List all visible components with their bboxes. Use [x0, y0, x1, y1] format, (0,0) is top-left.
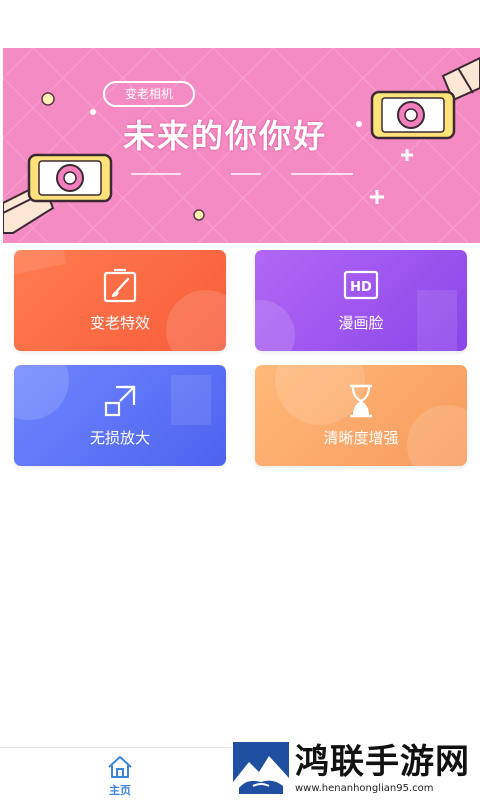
- watermark-url: www.henanhonglian95.com: [295, 783, 434, 794]
- feature-card-upscale[interactable]: 无损放大: [14, 365, 226, 466]
- hd-icon: HD: [343, 270, 379, 300]
- banner-slogan: 未来的你你好: [123, 117, 328, 155]
- tab-home[interactable]: 主页: [96, 748, 144, 801]
- hero-banner: 变老相机 未来的你你好: [3, 48, 480, 243]
- watermark-logo: [233, 742, 289, 796]
- feature-label: 清晰度增强: [323, 429, 399, 447]
- banner-tag: 变老相机: [103, 81, 195, 107]
- site-watermark: 鸿联手游网 www.henanhonglian95.com: [231, 740, 480, 800]
- enlarge-icon: [104, 385, 136, 417]
- feature-card-sharpen[interactable]: 清晰度增强: [255, 365, 467, 466]
- feature-label: 变老特效: [89, 314, 150, 332]
- feature-label: 无损放大: [89, 429, 150, 447]
- watermark-title: 鸿联手游网: [295, 742, 470, 782]
- hourglass-icon: [350, 384, 372, 418]
- portrait-brush-icon: [103, 268, 137, 303]
- home-icon: [108, 756, 132, 778]
- feature-card-cartoon[interactable]: HD 漫画脸: [255, 250, 467, 351]
- feature-card-aging[interactable]: 变老特效: [14, 250, 226, 351]
- tab-home-label: 主页: [109, 784, 131, 797]
- svg-text:HD: HD: [350, 280, 372, 295]
- feature-label: 漫画脸: [338, 314, 384, 332]
